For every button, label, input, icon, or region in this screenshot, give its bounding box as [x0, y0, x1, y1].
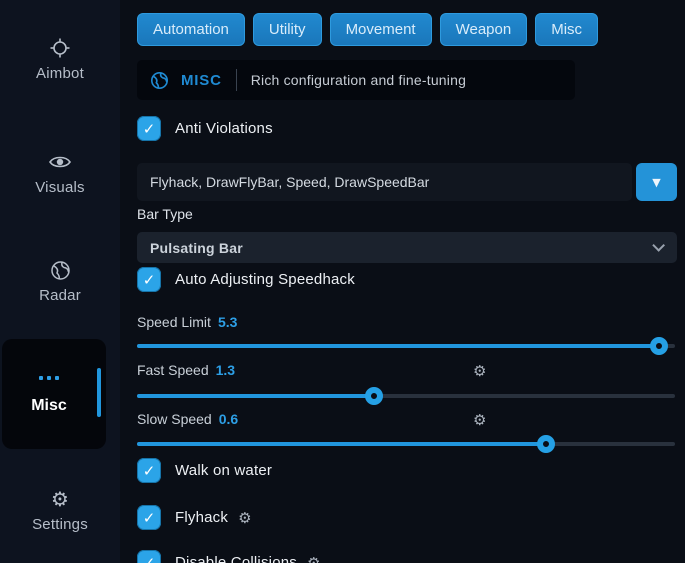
- flyhack-checkbox[interactable]: [137, 505, 161, 530]
- tab-weapon[interactable]: Weapon: [440, 13, 528, 46]
- checkbox-label: Flyhack: [175, 509, 228, 526]
- sidebar-item-label: Misc: [2, 397, 96, 415]
- sidebar-item-settings[interactable]: ⚙ Settings: [0, 487, 120, 533]
- sidebar-item-misc-selected[interactable]: Misc: [2, 339, 106, 449]
- globe-icon: [0, 258, 120, 282]
- crosshair-icon: [0, 36, 120, 60]
- slider-thumb[interactable]: [537, 435, 555, 453]
- checkbox-label: Auto Adjusting Speedhack: [175, 271, 355, 288]
- bar-multiselect: Flyhack, DrawFlyBar, Speed, DrawSpeedBar: [137, 163, 677, 201]
- category-tabs: Automation Utility Movement Weapon Misc: [137, 13, 598, 46]
- selected-indicator-bar: [97, 368, 101, 417]
- disable-collisions-row: Disable Collisions ⚙: [137, 550, 320, 563]
- bar-type-select[interactable]: Pulsating Bar: [137, 232, 677, 263]
- walk-on-water-row: Walk on water: [137, 458, 272, 483]
- dropdown-arrow-button[interactable]: [636, 163, 677, 201]
- sidebar-item-visuals[interactable]: Visuals: [0, 150, 120, 196]
- flyhack-row: Flyhack ⚙: [137, 505, 252, 530]
- section-title: MISC: [181, 72, 222, 89]
- checkbox-label: Walk on water: [175, 462, 272, 479]
- section-header: MISC Rich configuration and fine-tuning: [137, 60, 575, 100]
- tab-misc[interactable]: Misc: [535, 13, 598, 46]
- sidebar: Aimbot Visuals Radar Misc: [0, 0, 120, 563]
- sidebar-item-label: Settings: [0, 516, 120, 533]
- tab-movement[interactable]: Movement: [330, 13, 432, 46]
- tab-utility[interactable]: Utility: [253, 13, 322, 46]
- section-subtitle: Rich configuration and fine-tuning: [251, 72, 466, 88]
- sidebar-item-aimbot[interactable]: Aimbot: [0, 36, 120, 82]
- checkbox-label: Disable Collisions: [175, 554, 297, 563]
- anti-violations-checkbox[interactable]: [137, 116, 161, 141]
- bar-type-label: Bar Type: [137, 206, 193, 222]
- sidebar-item-radar[interactable]: Radar: [0, 258, 120, 304]
- sidebar-item-label: Aimbot: [0, 65, 120, 82]
- sidebar-item-label: Visuals: [0, 179, 120, 196]
- chevron-down-icon: [652, 239, 665, 252]
- eye-icon: [0, 150, 120, 174]
- auto-adjusting-row: Auto Adjusting Speedhack: [137, 267, 355, 292]
- slow-speed-label: Slow Speed 0.6: [137, 411, 238, 427]
- bar-multiselect-field[interactable]: Flyhack, DrawFlyBar, Speed, DrawSpeedBar: [137, 163, 632, 201]
- speed-limit-label: Speed Limit 5.3: [137, 314, 237, 330]
- speed-limit-slider[interactable]: [137, 344, 675, 348]
- gear-icon[interactable]: ⚙: [307, 554, 320, 563]
- select-value: Pulsating Bar: [150, 240, 243, 256]
- checkbox-label: Anti Violations: [175, 120, 273, 137]
- slow-speed-value: 0.6: [219, 411, 238, 427]
- fast-speed-slider[interactable]: [137, 394, 675, 398]
- gear-icon[interactable]: ⚙: [473, 362, 486, 380]
- mod-menu-window: Aimbot Visuals Radar Misc: [0, 0, 685, 563]
- divider: [236, 69, 237, 91]
- slider-thumb[interactable]: [365, 387, 383, 405]
- tab-automation[interactable]: Automation: [137, 13, 245, 46]
- sidebar-item-label: Radar: [0, 287, 120, 304]
- slider-thumb[interactable]: [650, 337, 668, 355]
- globe-icon: [150, 71, 169, 90]
- gear-icon[interactable]: ⚙: [238, 509, 251, 527]
- auto-adjusting-checkbox[interactable]: [137, 267, 161, 292]
- gear-icon[interactable]: ⚙: [473, 411, 486, 429]
- anti-violations-row: Anti Violations: [137, 116, 273, 141]
- speed-limit-value: 5.3: [218, 314, 237, 330]
- disable-collisions-checkbox[interactable]: [137, 550, 161, 563]
- slow-speed-slider[interactable]: [137, 442, 675, 446]
- ellipsis-icon: [2, 376, 96, 380]
- fast-speed-label: Fast Speed 1.3: [137, 362, 235, 378]
- walk-on-water-checkbox[interactable]: [137, 458, 161, 483]
- fast-speed-value: 1.3: [216, 362, 235, 378]
- gear-icon: ⚙: [0, 487, 120, 511]
